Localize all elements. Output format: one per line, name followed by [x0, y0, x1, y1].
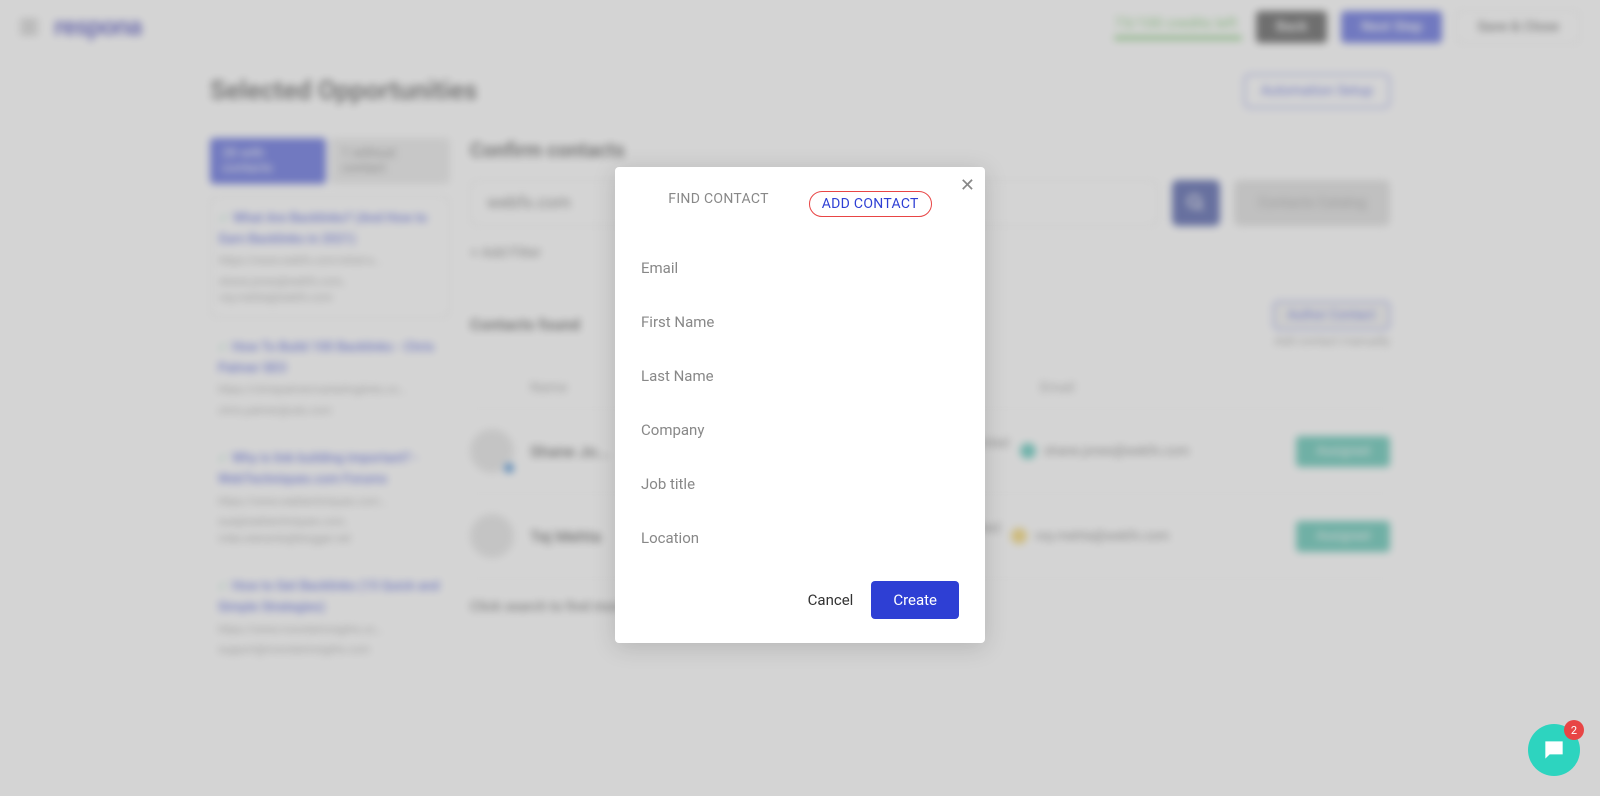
close-icon[interactable]: ✕: [960, 177, 975, 195]
location-field[interactable]: Location: [641, 511, 959, 565]
create-button[interactable]: Create: [871, 581, 959, 619]
find-contact-tab[interactable]: FIND CONTACT: [668, 191, 768, 217]
modal-overlay[interactable]: ✕ FIND CONTACT ADD CONTACT Email First N…: [0, 0, 1600, 796]
job-title-field[interactable]: Job title: [641, 457, 959, 511]
email-field[interactable]: Email: [641, 241, 959, 295]
first-name-field[interactable]: First Name: [641, 295, 959, 349]
chat-widget[interactable]: 2: [1528, 724, 1580, 776]
add-contact-tab[interactable]: ADD CONTACT: [809, 191, 932, 217]
chat-icon: [1541, 737, 1567, 763]
company-field[interactable]: Company: [641, 403, 959, 457]
last-name-field[interactable]: Last Name: [641, 349, 959, 403]
add-contact-modal: ✕ FIND CONTACT ADD CONTACT Email First N…: [615, 167, 985, 643]
chat-badge: 2: [1564, 720, 1584, 740]
cancel-button[interactable]: Cancel: [808, 591, 854, 609]
